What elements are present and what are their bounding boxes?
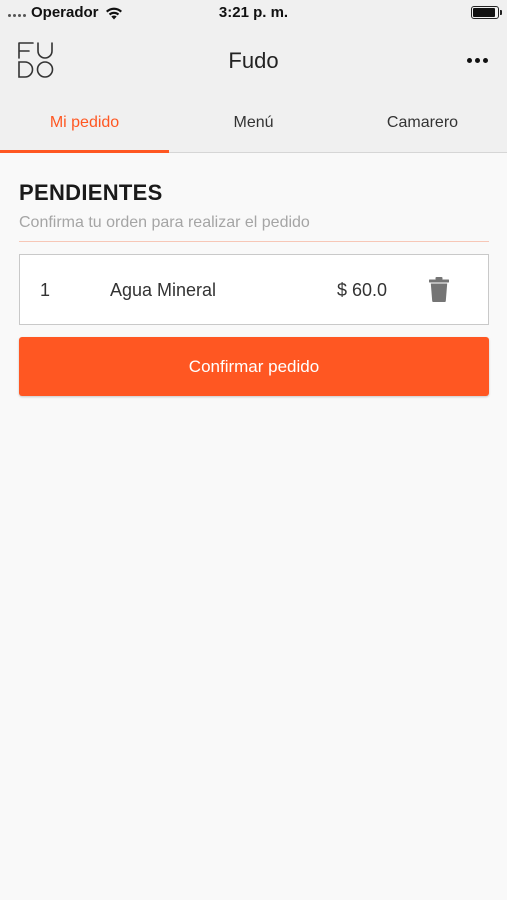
battery-icon bbox=[471, 6, 502, 19]
battery-level bbox=[473, 8, 495, 17]
order-content: PENDIENTES Confirma tu orden para realiz… bbox=[19, 153, 489, 396]
item-name: Agua Mineral bbox=[110, 280, 217, 300]
more-options-icon[interactable] bbox=[467, 50, 489, 70]
trash-icon[interactable] bbox=[428, 277, 450, 302]
section-title: PENDIENTES bbox=[19, 180, 163, 205]
divider bbox=[19, 241, 489, 242]
tab-menu[interactable]: Menú bbox=[169, 98, 338, 152]
status-bar: Operador 3:21 p. m. bbox=[0, 0, 507, 26]
order-item: 1 Agua Mineral $ 60.0 bbox=[19, 254, 489, 325]
tab-bar: Mi pedido Menú Camarero bbox=[0, 98, 507, 153]
item-quantity: 1 bbox=[40, 280, 51, 300]
tab-camarero[interactable]: Camarero bbox=[338, 98, 507, 152]
tab-mi-pedido[interactable]: Mi pedido bbox=[0, 98, 169, 153]
app-header: Fudo bbox=[0, 26, 507, 98]
page-title: Fudo bbox=[228, 48, 279, 73]
confirm-order-button[interactable]: Confirmar pedido bbox=[19, 337, 489, 396]
item-price: $ 60.0 bbox=[337, 280, 388, 300]
status-time: 3:21 p. m. bbox=[218, 4, 289, 21]
section-subtitle: Confirma tu orden para realizar el pedid… bbox=[19, 214, 310, 231]
